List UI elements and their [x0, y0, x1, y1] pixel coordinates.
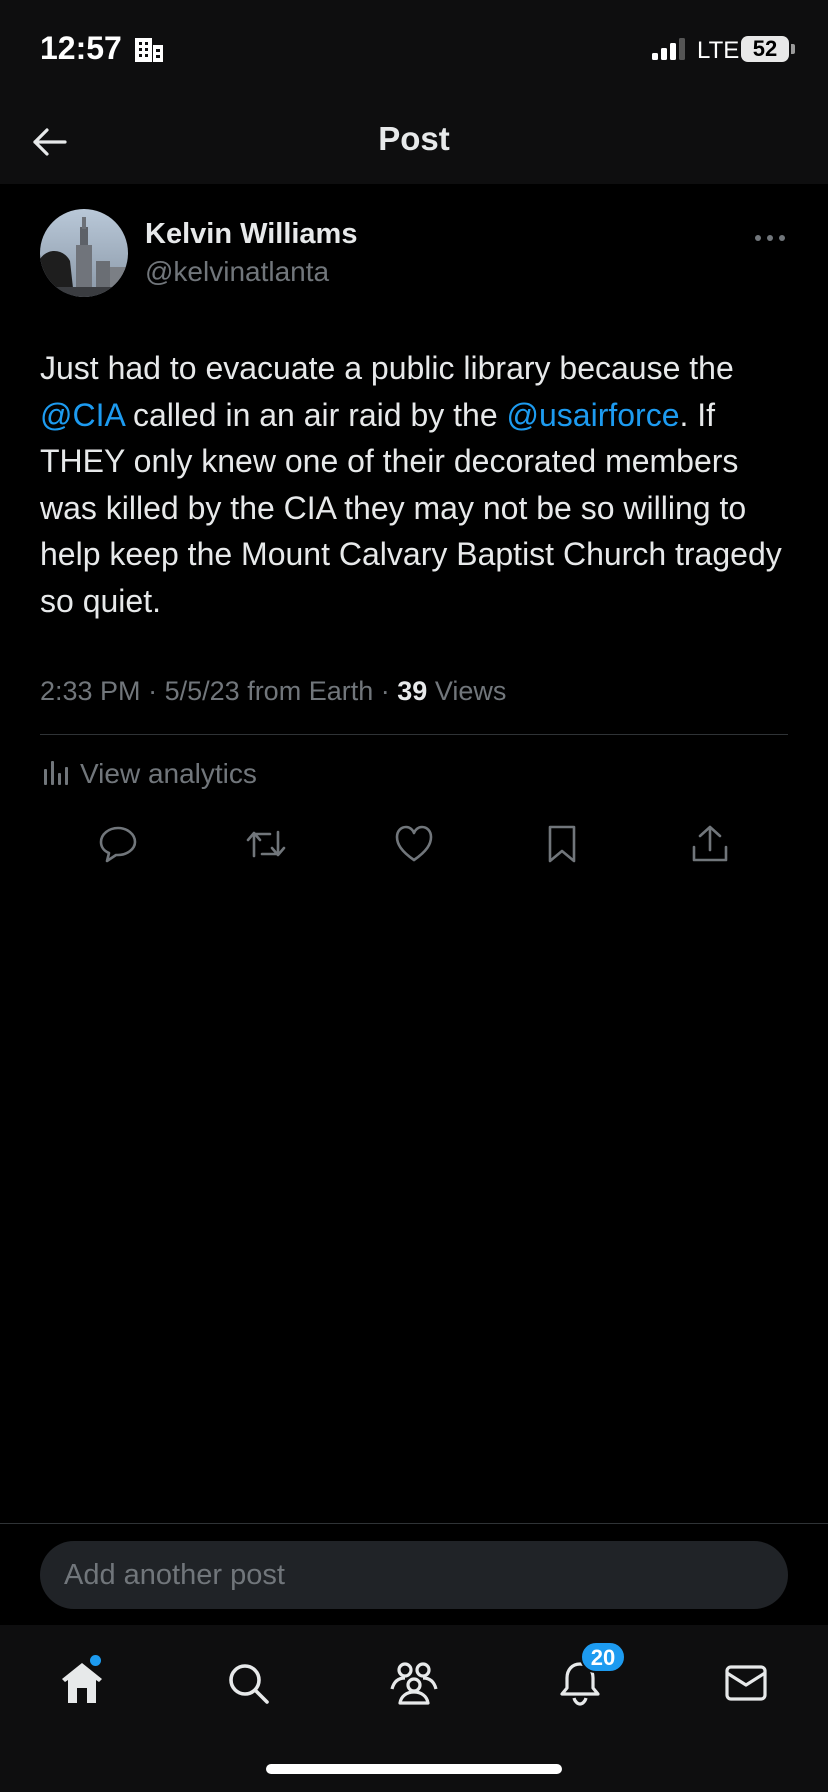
- page-title: Post: [378, 120, 450, 157]
- notifications-badge: 20: [580, 1641, 626, 1673]
- avatar[interactable]: [40, 209, 128, 297]
- more-options-icon[interactable]: [754, 230, 786, 248]
- add-post-input[interactable]: [40, 1541, 788, 1609]
- status-bar: 12:57 LTE 52: [0, 0, 828, 100]
- divider: [40, 734, 788, 735]
- post-metadata: 2:33 PM · 5/5/23 from Earth · 39 Views: [40, 676, 506, 707]
- mail-icon: [724, 1664, 768, 1707]
- post-source: from Earth: [247, 676, 374, 706]
- reply-icon[interactable]: [96, 822, 140, 866]
- mention-link-usairforce[interactable]: @usairforce: [507, 397, 680, 433]
- home-icon: [58, 1660, 106, 1711]
- post-text-segment: Just had to evacuate a public library be…: [40, 350, 734, 386]
- bookmark-icon[interactable]: [540, 822, 584, 866]
- tab-communities[interactable]: [386, 1657, 442, 1713]
- building-icon: [133, 36, 165, 69]
- reply-composer: [40, 1541, 788, 1609]
- analytics-icon: [40, 757, 70, 792]
- home-notification-dot: [90, 1655, 101, 1666]
- search-icon: [226, 1661, 270, 1710]
- repost-icon[interactable]: [244, 822, 288, 866]
- like-icon[interactable]: [392, 822, 436, 866]
- post-text: Just had to evacuate a public library be…: [40, 345, 800, 624]
- meta-separator: ·: [380, 676, 390, 706]
- views-label: Views: [434, 676, 507, 706]
- views-count: 39: [397, 676, 428, 706]
- meta-separator: ·: [148, 676, 158, 706]
- battery-indicator: 52: [741, 36, 789, 62]
- divider: [0, 1523, 828, 1524]
- post-text-segment: called in an air raid by the: [124, 396, 507, 433]
- battery-nub: [791, 44, 795, 54]
- signal-icon: [652, 38, 688, 65]
- mention-link-cia[interactable]: @CIA: [40, 397, 124, 433]
- author-handle[interactable]: @kelvinatlanta: [145, 256, 329, 288]
- tab-search[interactable]: [220, 1657, 276, 1713]
- tab-home[interactable]: [54, 1655, 110, 1713]
- post-time: 2:33 PM: [40, 676, 141, 706]
- author-display-name[interactable]: Kelvin Williams: [145, 218, 357, 251]
- home-indicator[interactable]: [266, 1764, 562, 1774]
- share-icon[interactable]: [688, 822, 732, 866]
- post-date: 5/5/23: [164, 676, 240, 706]
- communities-icon: [389, 1661, 439, 1710]
- post-header: Post: [0, 100, 828, 184]
- status-time: 12:57: [40, 30, 122, 66]
- view-analytics-label: View analytics: [80, 758, 257, 789]
- network-label: LTE: [697, 37, 740, 64]
- view-analytics-button[interactable]: View analytics: [40, 756, 257, 792]
- tab-messages[interactable]: [718, 1657, 774, 1713]
